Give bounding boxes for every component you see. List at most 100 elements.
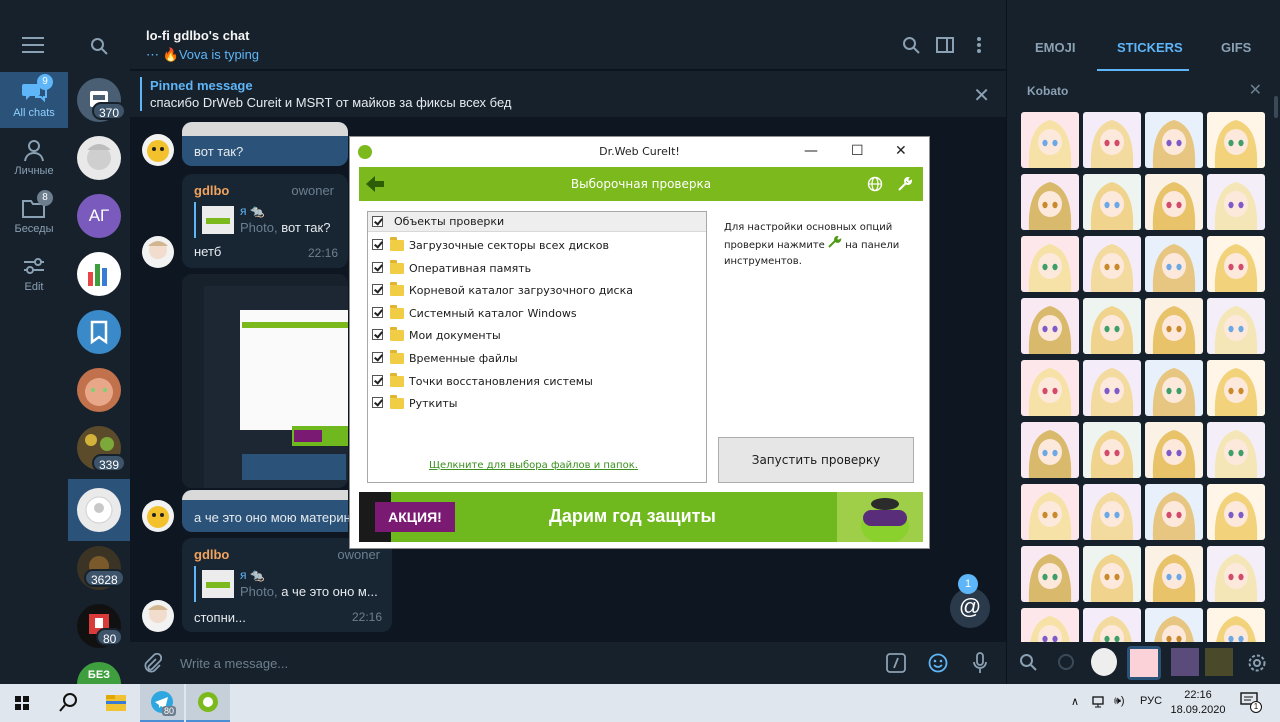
search-icon[interactable]	[46, 684, 90, 722]
sender-name[interactable]: gdlbo	[194, 547, 229, 562]
chat-avatar[interactable]: БЕЗ	[77, 662, 121, 684]
user-avatar[interactable]	[142, 134, 174, 166]
scan-object-checkbox[interactable]	[372, 284, 383, 296]
globe-icon[interactable]	[867, 176, 883, 196]
chat-avatar-selected[interactable]	[77, 488, 121, 532]
chat-avatar[interactable]	[77, 252, 121, 296]
pinned-message[interactable]: Pinned message спасибо DrWeb Cureit и MS…	[130, 71, 1006, 117]
settings-icon[interactable]	[1247, 653, 1267, 676]
chat-avatar[interactable]	[77, 136, 121, 180]
scrollbar[interactable]	[1274, 96, 1278, 118]
tray-expand-icon[interactable]: ∧	[1071, 695, 1079, 708]
close-icon[interactable]: ✕	[895, 143, 907, 159]
sticker[interactable]	[1021, 112, 1079, 168]
promo-banner[interactable]: АКЦИЯ! Дарим год защиты	[359, 492, 923, 542]
folder-personal[interactable]: Личные	[0, 130, 68, 186]
recent-icon[interactable]	[1057, 653, 1075, 674]
folder-all-chats[interactable]: 9 All chats	[0, 72, 68, 128]
tab-stickers[interactable]: STICKERS	[1117, 40, 1183, 55]
telegram-taskbar-icon[interactable]: 80	[140, 684, 184, 722]
language-indicator[interactable]: РУС	[1140, 695, 1162, 707]
chat-avatar-initials[interactable]: АГ	[77, 194, 121, 238]
reply-preview[interactable]: я 🐀 Photo, вот так?	[194, 202, 344, 238]
sticker[interactable]	[1083, 546, 1141, 602]
scan-object-checkbox[interactable]	[372, 306, 383, 318]
folder-edit[interactable]: Edit	[0, 246, 68, 302]
close-pinned-icon[interactable]: ✕	[973, 83, 990, 108]
sticker[interactable]	[1145, 112, 1203, 168]
search-icon[interactable]	[1019, 653, 1037, 674]
attach-icon[interactable]	[142, 652, 163, 676]
message-bubble[interactable]: вот так?	[182, 122, 348, 166]
scan-object-checkbox[interactable]	[372, 261, 383, 273]
sticker-set-thumb[interactable]	[1091, 648, 1117, 676]
sticker[interactable]	[1083, 360, 1141, 416]
sticker[interactable]	[1207, 360, 1265, 416]
message-bubble[interactable]: а че это оно мою материн	[182, 490, 351, 532]
scan-object-checkbox[interactable]	[372, 239, 383, 250]
sticker[interactable]	[1145, 174, 1203, 230]
menu-icon[interactable]	[22, 37, 44, 53]
message-bubble[interactable]: gdlbo owoner я 🐀 Photo, а че это оно м..…	[182, 538, 392, 632]
start-button[interactable]	[0, 684, 44, 722]
screenshot-thumbnail[interactable]	[182, 490, 348, 500]
close-set-icon[interactable]: ✕	[1249, 80, 1262, 100]
scan-object-checkbox[interactable]	[372, 352, 383, 363]
sticker[interactable]	[1021, 298, 1079, 354]
select-files-link[interactable]: Щелкните для выбора файлов и папок.	[429, 460, 638, 471]
chat-avatar[interactable]	[77, 368, 121, 412]
start-scan-button[interactable]: Запустить проверку	[718, 437, 914, 483]
sender-name[interactable]: gdlbo	[194, 183, 229, 198]
sticker[interactable]	[1145, 546, 1203, 602]
sticker[interactable]	[1021, 484, 1079, 540]
search-icon[interactable]	[90, 37, 108, 58]
file-explorer-icon[interactable]	[94, 684, 138, 722]
mentions-button[interactable]: @1	[950, 574, 990, 628]
sticker[interactable]	[1021, 546, 1079, 602]
sticker[interactable]	[1145, 484, 1203, 540]
message-input[interactable]: Write a message...	[180, 656, 288, 671]
drweb-taskbar-icon[interactable]	[186, 684, 230, 722]
minimize-icon[interactable]: —	[804, 143, 818, 159]
commands-icon[interactable]	[886, 653, 906, 676]
sticker[interactable]	[1145, 422, 1203, 478]
screenshot-thumbnail[interactable]	[182, 122, 348, 136]
sticker[interactable]	[1207, 236, 1265, 292]
scan-object-checkbox[interactable]	[372, 329, 383, 341]
folder-groups[interactable]: 8 Беседы	[0, 188, 68, 244]
sticker[interactable]	[1083, 422, 1141, 478]
sticker[interactable]	[1207, 112, 1265, 168]
sticker[interactable]	[1207, 484, 1265, 540]
sticker[interactable]	[1145, 360, 1203, 416]
sticker-set-thumb[interactable]	[1205, 648, 1233, 676]
sticker[interactable]	[1083, 174, 1141, 230]
chat-avatar[interactable]	[77, 310, 121, 354]
sticker[interactable]	[1083, 112, 1141, 168]
search-icon[interactable]	[902, 36, 922, 56]
screenshot-image-message[interactable]	[182, 274, 348, 488]
user-avatar[interactable]	[142, 236, 174, 268]
sticker[interactable]	[1021, 174, 1079, 230]
sticker[interactable]	[1083, 236, 1141, 292]
sticker[interactable]	[1021, 422, 1079, 478]
notifications-icon[interactable]: 1	[1240, 692, 1262, 713]
sticker[interactable]	[1021, 360, 1079, 416]
user-avatar[interactable]	[142, 500, 174, 532]
sticker[interactable]	[1083, 298, 1141, 354]
sticker[interactable]	[1145, 236, 1203, 292]
sticker[interactable]	[1145, 298, 1203, 354]
sticker-set-thumb-active[interactable]	[1127, 646, 1161, 680]
sticker[interactable]	[1207, 174, 1265, 230]
reply-preview[interactable]: я 🐀 Photo, а че это оно м...	[194, 566, 384, 602]
scan-object-checkbox[interactable]	[372, 397, 383, 409]
sidebar-toggle-icon[interactable]	[936, 36, 956, 56]
volume-icon[interactable]: 🕪)	[1114, 695, 1125, 708]
tab-emoji[interactable]: EMOJI	[1035, 40, 1075, 55]
sticker[interactable]	[1021, 236, 1079, 292]
tab-gifs[interactable]: GIFS	[1221, 40, 1251, 55]
select-all-checkbox[interactable]	[372, 216, 383, 227]
sticker[interactable]	[1207, 422, 1265, 478]
scan-object-checkbox[interactable]	[372, 374, 383, 386]
clock[interactable]: 22:16 18.09.2020	[1168, 688, 1228, 718]
chat-title[interactable]: lo-fi gdlbo's chat	[146, 28, 249, 43]
